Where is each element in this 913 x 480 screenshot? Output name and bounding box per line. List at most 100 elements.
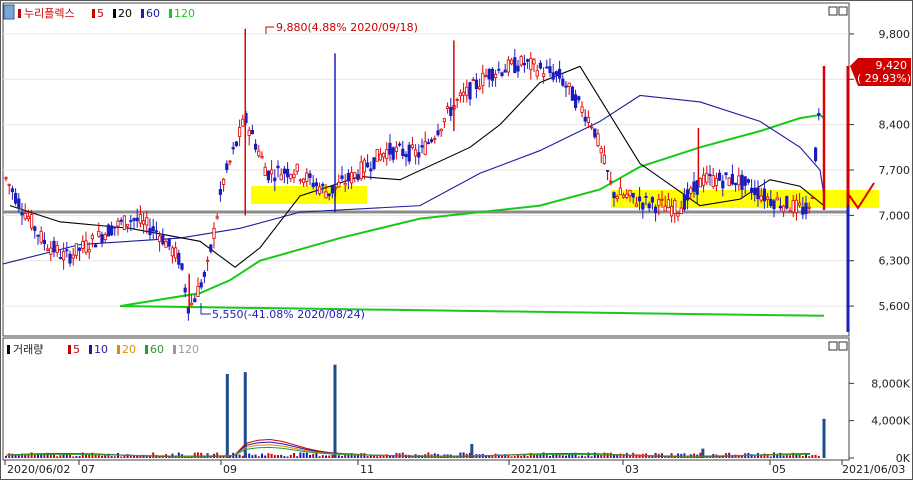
candle-body — [724, 172, 728, 176]
volume-bar — [782, 455, 785, 458]
candle-body — [554, 71, 559, 75]
candle-body — [423, 141, 427, 155]
volume-bar — [603, 452, 606, 458]
candle-body — [58, 257, 63, 259]
volume-bar — [289, 454, 292, 458]
candle-body — [810, 197, 815, 199]
volume-bar — [8, 453, 11, 458]
highlight-box-1 — [251, 186, 367, 204]
candle-body — [17, 198, 21, 208]
candle-body — [49, 247, 53, 255]
volume-bar — [315, 452, 318, 458]
volume-bar — [49, 454, 52, 458]
legend-label: 120 — [174, 7, 195, 20]
candle-body — [391, 147, 395, 160]
candle-body — [215, 216, 219, 219]
candle-body — [221, 178, 226, 185]
volume-bar — [379, 455, 382, 458]
candle-body — [397, 143, 402, 146]
volume-bar — [462, 452, 465, 458]
candle-body — [33, 226, 37, 231]
volume-bar — [565, 455, 567, 458]
minimize-button[interactable] — [828, 6, 838, 16]
price-tick-label: 7,700 — [879, 164, 911, 177]
volume-minimize-button[interactable] — [828, 341, 838, 351]
candle-body — [509, 59, 514, 65]
candle-body — [596, 133, 600, 146]
candle-body — [727, 177, 731, 186]
volume-bar — [549, 455, 551, 458]
volume-bar — [769, 456, 772, 458]
candle-body — [106, 224, 110, 237]
candle-body — [484, 75, 488, 78]
volume-bar — [776, 454, 779, 458]
legend-label: 10 — [94, 343, 108, 356]
volume-bar — [328, 455, 331, 458]
candle-body — [94, 244, 98, 248]
candle-body — [305, 172, 309, 182]
volume-maximize-button[interactable] — [838, 341, 848, 351]
volume-bar — [392, 456, 395, 458]
legend-marker — [18, 9, 21, 18]
candle-body — [193, 298, 197, 303]
candle-body — [362, 159, 367, 173]
candle-body — [778, 205, 783, 209]
candle-body — [218, 189, 222, 195]
maximize-button[interactable] — [838, 6, 848, 16]
volume-bar — [273, 455, 276, 458]
legend-swatch — [92, 9, 95, 18]
volume-bar — [629, 456, 631, 458]
candle-body — [39, 230, 43, 243]
candle-body — [132, 218, 136, 221]
current-price: 9,420 — [876, 59, 908, 72]
volume-bar — [238, 454, 241, 458]
candle-body — [145, 217, 149, 226]
candle-body — [436, 130, 440, 136]
candle-body — [369, 168, 373, 172]
candle-body — [46, 248, 50, 251]
volume-bar — [251, 455, 254, 458]
legend-label: 5 — [97, 7, 104, 20]
candle-body — [686, 189, 690, 201]
candle-body — [314, 182, 319, 187]
candle-body — [445, 106, 450, 109]
volume-bar — [376, 456, 379, 458]
candle-body — [234, 141, 238, 147]
legend-swatch — [117, 345, 120, 354]
volume-bar — [808, 456, 811, 458]
candle-body — [641, 202, 645, 210]
candle-body — [666, 199, 671, 209]
price-legend-title: 누리플렉스 — [24, 7, 75, 20]
candle-body — [628, 190, 632, 196]
candle-body — [180, 263, 184, 270]
candle-body — [164, 241, 168, 248]
candle-body — [394, 146, 399, 152]
candle-body — [29, 213, 34, 229]
x-tick-label: 09 — [223, 463, 237, 476]
candle-body — [141, 220, 146, 225]
candle-body — [225, 163, 229, 171]
volume-bar — [302, 452, 305, 458]
candle-body — [100, 234, 104, 243]
volume-bar — [277, 455, 279, 458]
volume-bar — [56, 456, 59, 458]
volume-bar — [325, 455, 327, 458]
volume-spike — [822, 418, 826, 458]
volume-bar — [513, 456, 516, 458]
candle-body — [20, 212, 24, 216]
candle-body — [545, 66, 549, 69]
volume-bar — [635, 454, 638, 458]
candle-body — [353, 172, 357, 179]
candle-body — [410, 144, 415, 148]
chart-menu-icon[interactable] — [3, 4, 15, 20]
volume-bar — [552, 454, 555, 458]
candle-body — [503, 69, 507, 73]
stock-chart: 9,880(4.88% 2020/09/18) 5,550(-41.08% 20… — [0, 0, 913, 480]
candle-body — [558, 68, 562, 79]
volume-bar — [581, 455, 583, 458]
candle-body — [420, 145, 424, 148]
candle-body — [807, 206, 811, 209]
candle-body — [791, 200, 795, 213]
candle-body — [506, 59, 511, 73]
candle-body — [647, 203, 651, 209]
